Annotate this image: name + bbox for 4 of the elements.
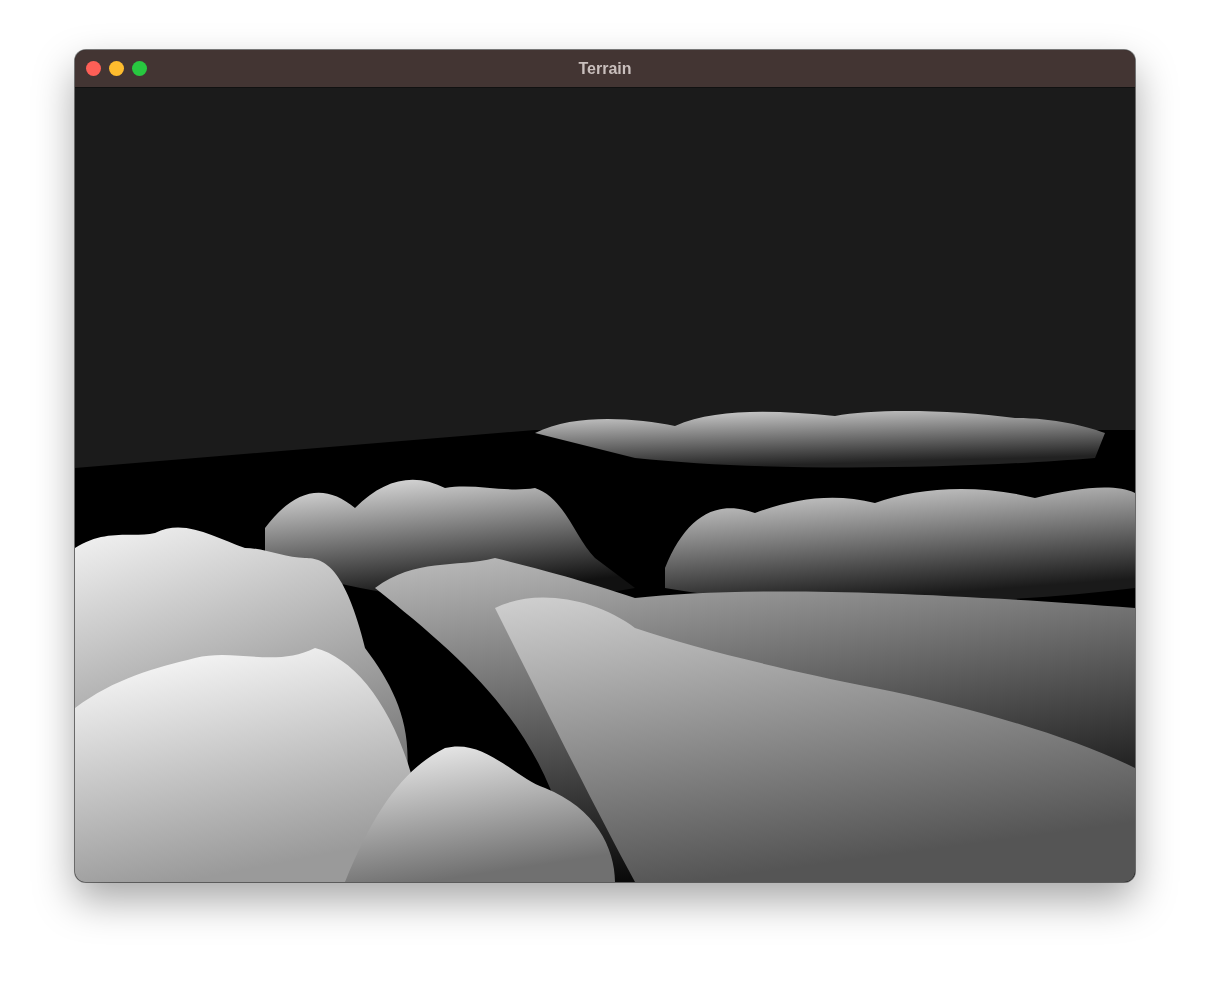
window-control-button[interactable] xyxy=(86,61,101,76)
window-title: Terrain xyxy=(577,59,633,78)
window-control-button[interactable] xyxy=(132,61,147,76)
window-control-button[interactable] xyxy=(109,61,124,76)
